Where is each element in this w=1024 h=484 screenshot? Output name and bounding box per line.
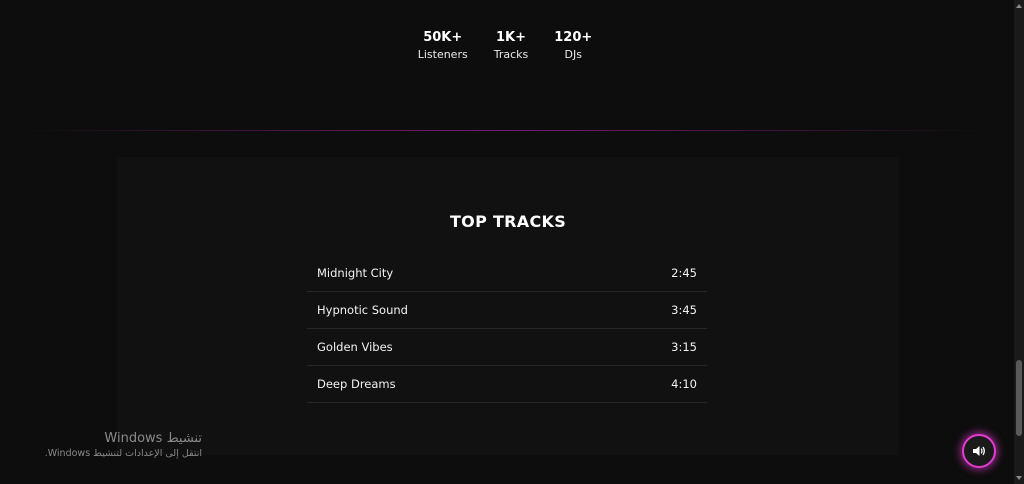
scroll-up-arrow-icon[interactable]	[1016, 3, 1022, 9]
track-duration: 2:45	[671, 266, 697, 280]
stat-tracks: 1K+ Tracks	[494, 30, 529, 64]
track-row[interactable]: Hypnotic Sound 3:45	[307, 292, 707, 329]
scrollbar-thumb[interactable]	[1016, 360, 1022, 436]
track-name: Golden Vibes	[317, 340, 393, 354]
track-duration: 3:45	[671, 303, 697, 317]
track-duration: 4:10	[671, 377, 697, 391]
scroll-down-arrow-icon[interactable]	[1016, 475, 1022, 481]
track-row[interactable]: Deep Dreams 4:10	[307, 366, 707, 403]
vertical-scrollbar[interactable]	[1014, 0, 1024, 484]
stat-value: 1K+	[495, 30, 526, 45]
track-duration: 3:15	[671, 340, 697, 354]
stat-value: 120+	[554, 30, 593, 45]
track-row[interactable]: Midnight City 2:45	[307, 255, 707, 292]
sound-toggle-button[interactable]	[962, 434, 996, 468]
watermark-title: تنشيط Windows	[104, 431, 202, 446]
speaker-icon	[972, 442, 986, 461]
stat-label: Listeners	[417, 48, 468, 61]
track-row[interactable]: Golden Vibes 3:15	[307, 329, 707, 366]
stat-djs: 120+ DJs	[554, 30, 592, 64]
stat-listeners: 50K+ Listeners	[418, 30, 468, 64]
windows-activation-watermark: تنشيط Windows انتقل إلى الإعدادات لتنشيط…	[40, 430, 202, 461]
section-divider	[15, 130, 995, 131]
track-name: Hypnotic Sound	[317, 303, 408, 317]
stat-value: 50K+	[423, 30, 463, 45]
page: 50K+ Listeners 1K+ Tracks 120+ DJs TOP T…	[0, 0, 1024, 484]
section-title: TOP TRACKS	[449, 212, 567, 231]
top-tracks-card: TOP TRACKS Midnight City 2:45 Hypnotic S…	[117, 157, 899, 455]
track-name: Deep Dreams	[317, 377, 396, 391]
stat-label: DJs	[564, 48, 582, 61]
stat-label: Tracks	[493, 48, 529, 61]
stats-bar: 50K+ Listeners 1K+ Tracks 120+ DJs	[0, 30, 1010, 64]
track-name: Midnight City	[317, 266, 394, 280]
track-list: Midnight City 2:45 Hypnotic Sound 3:45 G…	[307, 255, 707, 403]
watermark-subtitle: انتقل إلى الإعدادات لتنشيط Windows.	[44, 448, 202, 459]
